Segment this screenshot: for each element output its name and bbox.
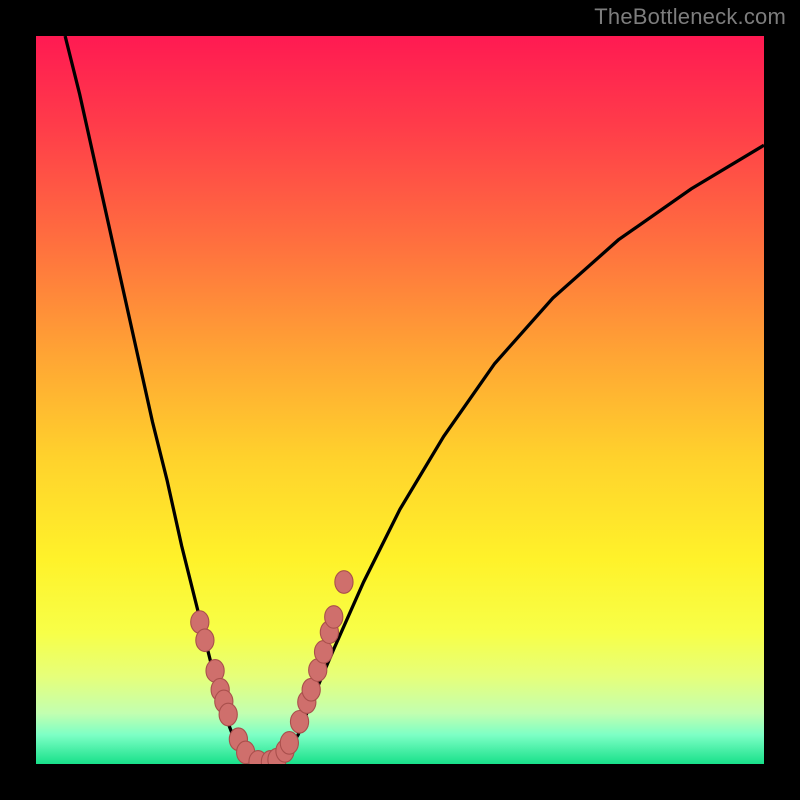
marker-point [280, 732, 298, 755]
marker-point [325, 606, 343, 629]
right-branch-curve [276, 145, 764, 764]
marker-group [191, 571, 353, 764]
marker-point [196, 629, 214, 652]
left-branch-curve [65, 36, 254, 764]
watermark-text: TheBottleneck.com [594, 4, 786, 30]
marker-point [335, 571, 353, 594]
chart-frame: TheBottleneck.com [0, 0, 800, 800]
plot-area [36, 36, 764, 764]
marker-point [219, 703, 237, 726]
curve-layer [36, 36, 764, 764]
